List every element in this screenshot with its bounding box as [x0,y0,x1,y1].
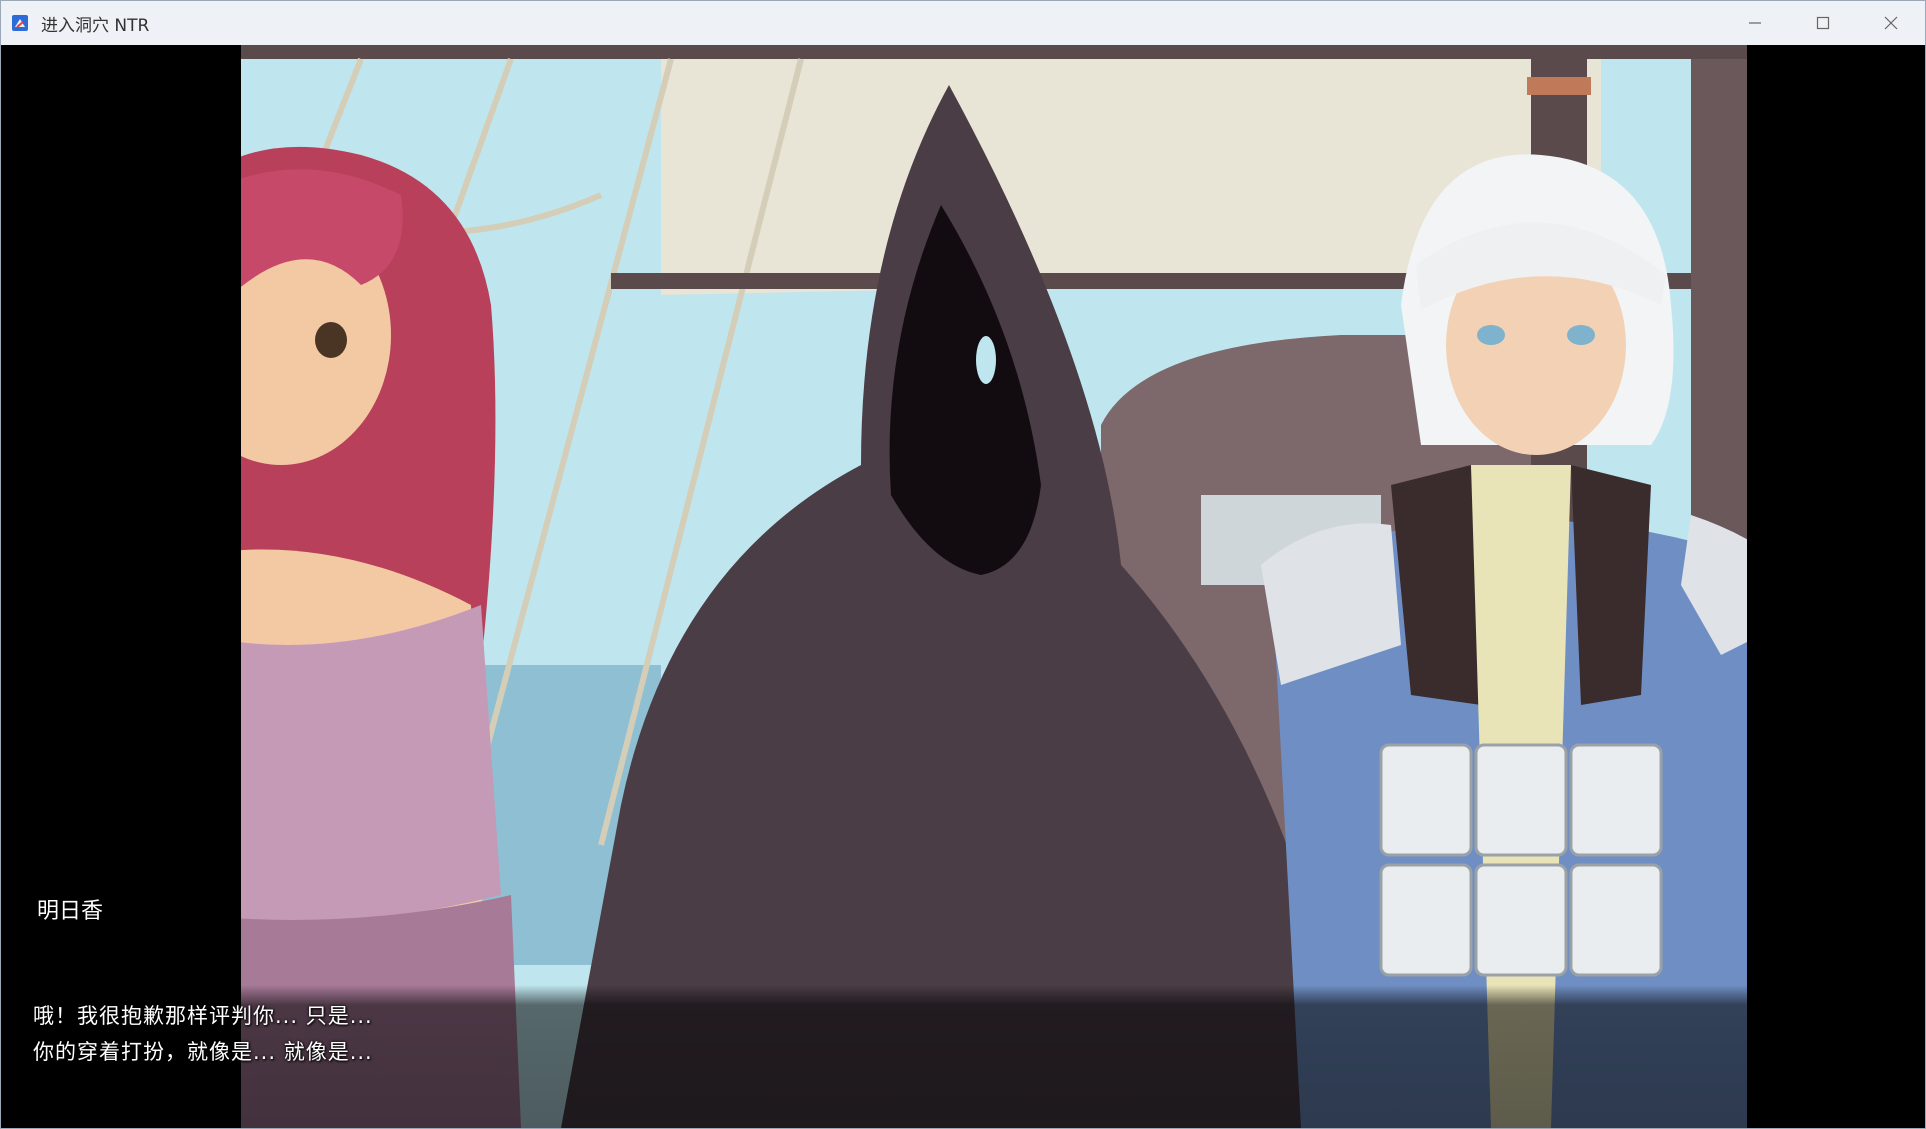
window-title: 进入洞穴 NTR [41,15,150,36]
app-window: 进入洞穴 NTR 明日香 哦！我很抱歉那样评判你... 只是... 你的穿着打扮… [0,0,1926,1129]
close-icon [1884,16,1898,30]
top-beam [241,45,1747,59]
maximize-icon [1816,16,1830,30]
renpy-app-icon [12,15,28,31]
game-viewport[interactable]: 明日香 哦！我很抱歉那样评判你... 只是... 你的穿着打扮，就像是... 就… [1,45,1925,1128]
minimize-icon [1749,22,1761,24]
dialogue-line-2: 你的穿着打扮，就像是... 就像是... [33,1040,373,1064]
red-haired-woman [241,146,521,1128]
title-bar[interactable]: 进入洞穴 NTR [1,1,1925,45]
dialogue-line-1: 哦！我很抱歉那样评判你... 只是... [33,1004,373,1028]
speaker-name: 明日香 [37,899,104,924]
scene-artwork [241,45,1747,1128]
maximize-button[interactable] [1789,1,1857,45]
minimize-button[interactable] [1721,1,1789,45]
window-controls [1721,1,1925,45]
close-button[interactable] [1857,1,1925,45]
